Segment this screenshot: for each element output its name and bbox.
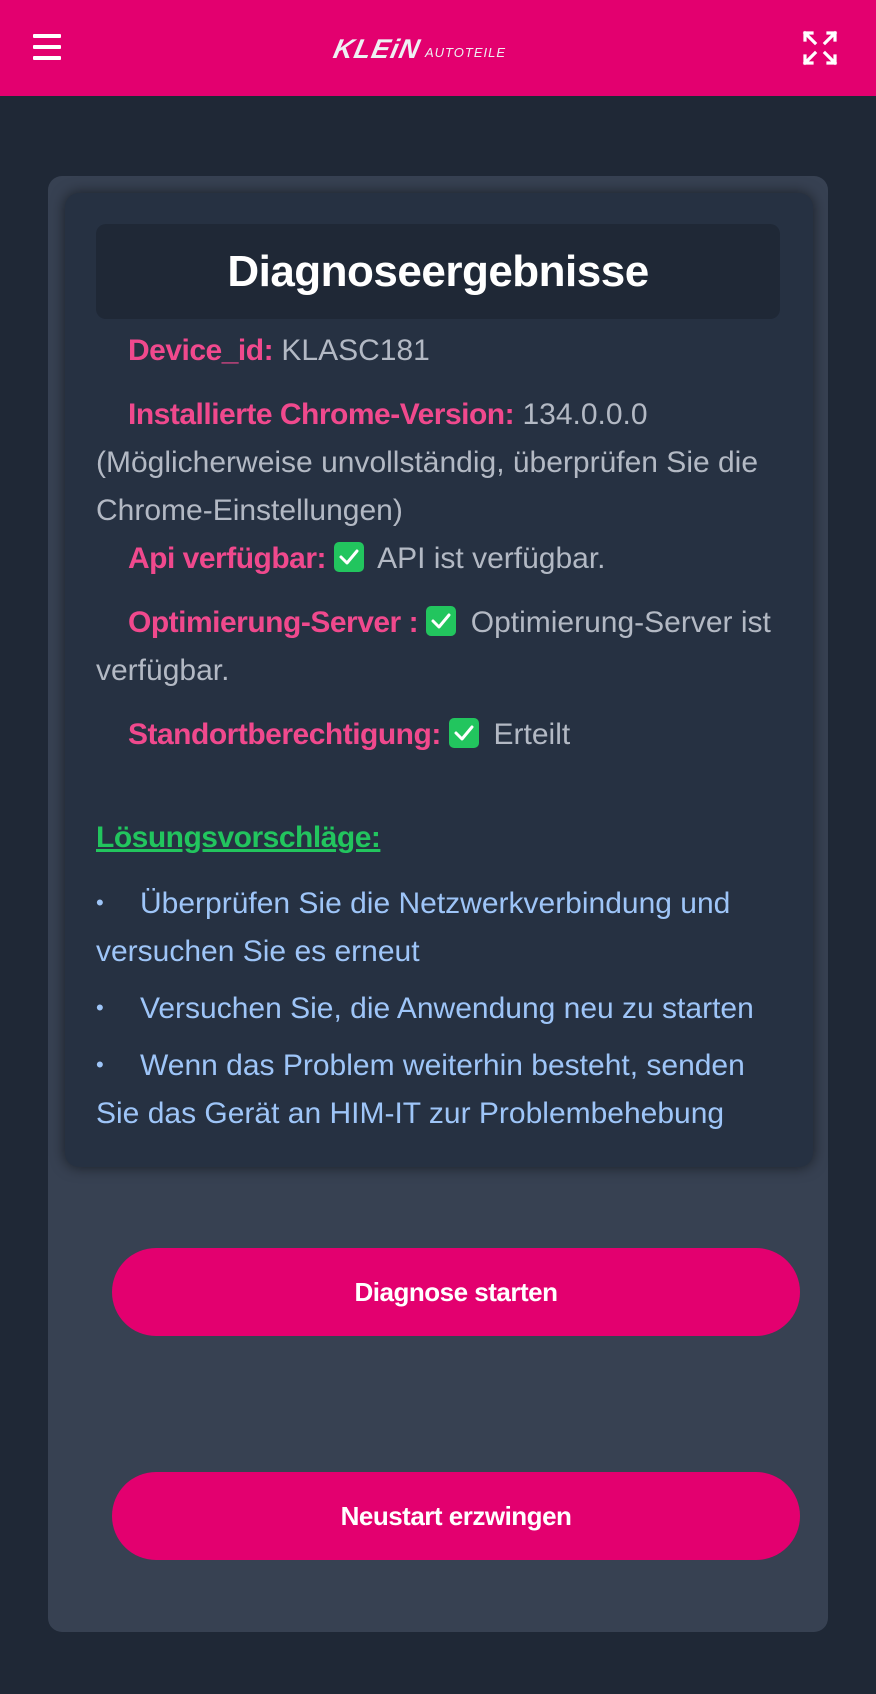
device-id-row: Device_id: KLASC181 xyxy=(96,327,786,375)
solutions-heading: Lösungsvorschläge: xyxy=(96,821,381,854)
hamburger-menu-icon[interactable] xyxy=(33,34,61,62)
solution-text: Überprüfen Sie die Netzwerkverbindung un… xyxy=(96,887,731,968)
optimization-server-label: Optimierung-Server : xyxy=(128,606,419,639)
chrome-version-row: Installierte Chrome-Version: 134.0.0.0 (… xyxy=(96,391,786,535)
api-label: Api verfügbar: xyxy=(128,542,327,575)
solution-text: Wenn das Problem weiterhin besteht, send… xyxy=(96,1049,745,1130)
chrome-version-label: Installierte Chrome-Version: xyxy=(128,398,515,431)
solutions-list: • Überprüfen Sie die Netzwerkverbindung u… xyxy=(96,879,786,1146)
list-item: • Überprüfen Sie die Netzwerkverbindung u… xyxy=(96,879,786,976)
device-id-label: Device_id: xyxy=(128,334,274,367)
force-restart-button[interactable]: Neustart erzwingen xyxy=(112,1472,800,1560)
bullet: • xyxy=(96,1052,104,1077)
api-row: Api verfügbar: API ist verfügbar. xyxy=(96,535,786,583)
optimization-server-row: Optimierung-Server : Optimierung-Server … xyxy=(96,599,786,695)
bullet: • xyxy=(96,890,104,915)
top-bar: KLEiN AUTOTEILE xyxy=(0,0,876,96)
bullet: • xyxy=(96,995,104,1020)
fullscreen-icon[interactable] xyxy=(802,30,838,66)
location-permission-label: Standortberechtigung: xyxy=(128,718,441,751)
list-item: • Wenn das Problem weiterhin besteht, sen… xyxy=(96,1041,786,1138)
api-value: API ist verfügbar. xyxy=(377,542,606,575)
logo: KLEiN AUTOTEILE xyxy=(330,30,507,64)
checkmark-icon xyxy=(426,606,457,636)
logo-main-text: KLEiN xyxy=(330,34,424,64)
diagnosis-results-card: Diagnoseergebnisse Device_id: KLASC181 I… xyxy=(65,193,813,1167)
solution-text: Versuchen Sie, die Anwendung neu zu star… xyxy=(140,992,754,1025)
card-title: Diagnoseergebnisse xyxy=(227,246,649,296)
card-title-box: Diagnoseergebnisse xyxy=(96,224,780,319)
start-diagnosis-button[interactable]: Diagnose starten xyxy=(112,1248,800,1336)
location-permission-row: Standortberechtigung: Erteilt xyxy=(96,711,786,759)
checkmark-icon xyxy=(449,718,480,748)
device-id-value: KLASC181 xyxy=(281,334,430,367)
logo-sub-text: AUTOTEILE xyxy=(425,45,507,60)
list-item: • Versuchen Sie, die Anwendung neu zu sta… xyxy=(96,984,786,1033)
checkmark-icon xyxy=(334,542,365,572)
location-permission-value: Erteilt xyxy=(493,718,571,751)
